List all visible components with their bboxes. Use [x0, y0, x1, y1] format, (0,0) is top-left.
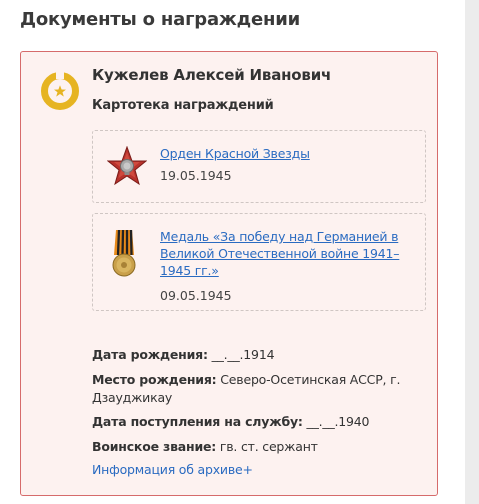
award-date: 09.05.1945 [160, 288, 232, 303]
birth-date-row: Дата рождения: __.__.1914 [92, 346, 422, 364]
service-start-value: __.__.1940 [306, 414, 370, 429]
service-start-label: Дата поступления на службу: [92, 414, 303, 429]
award-link[interactable]: Орден Красной Звезды [160, 145, 410, 162]
award-link[interactable]: Медаль «За победу над Германией в Велико… [160, 228, 410, 279]
service-start-row: Дата поступления на службу: __.__.1940 [92, 413, 422, 431]
rank-row: Воинское звание: гв. ст. сержант [92, 438, 422, 456]
birth-place-row: Место рождения: Северо-Осетинская АССР, … [92, 371, 422, 407]
rank-label: Воинское звание: [92, 439, 217, 454]
archive-info-link[interactable]: Информация об архиве+ [92, 462, 253, 477]
award-emblem-icon [41, 70, 79, 110]
scrollbar-track[interactable] [465, 0, 479, 504]
rank-value: гв. ст. сержант [219, 439, 318, 454]
award-item: Медаль «За победу над Германией в Велико… [92, 213, 426, 311]
birth-date-label: Дата рождения: [92, 347, 208, 362]
award-record-card: Кужелев Алексей Иванович Картотека награ… [20, 51, 438, 496]
award-date: 19.05.1945 [160, 168, 232, 183]
person-name: Кужелев Алексей Иванович [92, 66, 332, 84]
red-star-order-icon [107, 146, 147, 186]
birth-date-value: __.__.1914 [211, 347, 275, 362]
card-subtitle: Картотека награждений [92, 98, 274, 113]
section-title: Документы о награждении [20, 9, 301, 30]
victory-medal-icon [112, 229, 136, 277]
birth-place-label: Место рождения: [92, 372, 217, 387]
award-item: Орден Красной Звезды 19.05.1945 [92, 130, 426, 203]
